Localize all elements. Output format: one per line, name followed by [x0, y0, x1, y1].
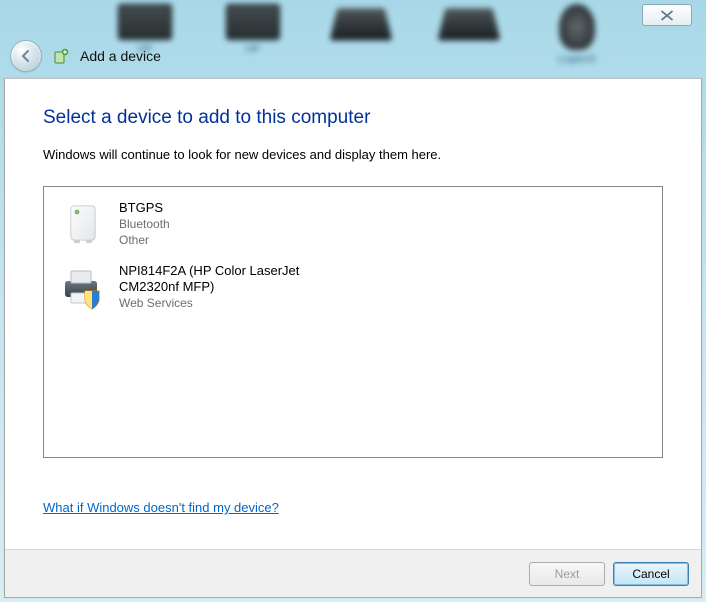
page-title: Select a device to add to this computer	[43, 107, 663, 129]
nav-bar: Add a device	[0, 34, 706, 78]
window-close-button[interactable]	[642, 4, 692, 26]
close-icon	[660, 10, 674, 21]
printer-shield-icon	[59, 263, 107, 311]
nav-title: Add a device	[80, 48, 161, 64]
device-category: Other	[119, 232, 170, 248]
page-subtext: Windows will continue to look for new de…	[43, 147, 663, 162]
device-connection: Web Services	[119, 295, 339, 311]
device-name: BTGPS	[119, 200, 170, 216]
device-name: NPI814F2A (HP Color LaserJet CM2320nf MF…	[119, 263, 339, 296]
wizard-footer: Next Cancel	[5, 549, 701, 597]
wizard-panel: Select a device to add to this computer …	[4, 78, 702, 598]
help-link[interactable]: What if Windows doesn't find my device?	[43, 500, 663, 515]
device-generic-icon	[59, 200, 107, 248]
device-connection: Bluetooth	[119, 216, 170, 232]
device-list[interactable]: BTGPS Bluetooth Other	[43, 186, 663, 458]
device-item[interactable]: BTGPS Bluetooth Other	[54, 193, 652, 256]
add-device-icon	[52, 47, 70, 65]
back-button[interactable]	[10, 40, 42, 72]
device-item[interactable]: NPI814F2A (HP Color LaserJet CM2320nf MF…	[54, 256, 652, 319]
arrow-left-icon	[18, 48, 34, 64]
next-button[interactable]: Next	[529, 562, 605, 586]
cancel-button[interactable]: Cancel	[613, 562, 689, 586]
